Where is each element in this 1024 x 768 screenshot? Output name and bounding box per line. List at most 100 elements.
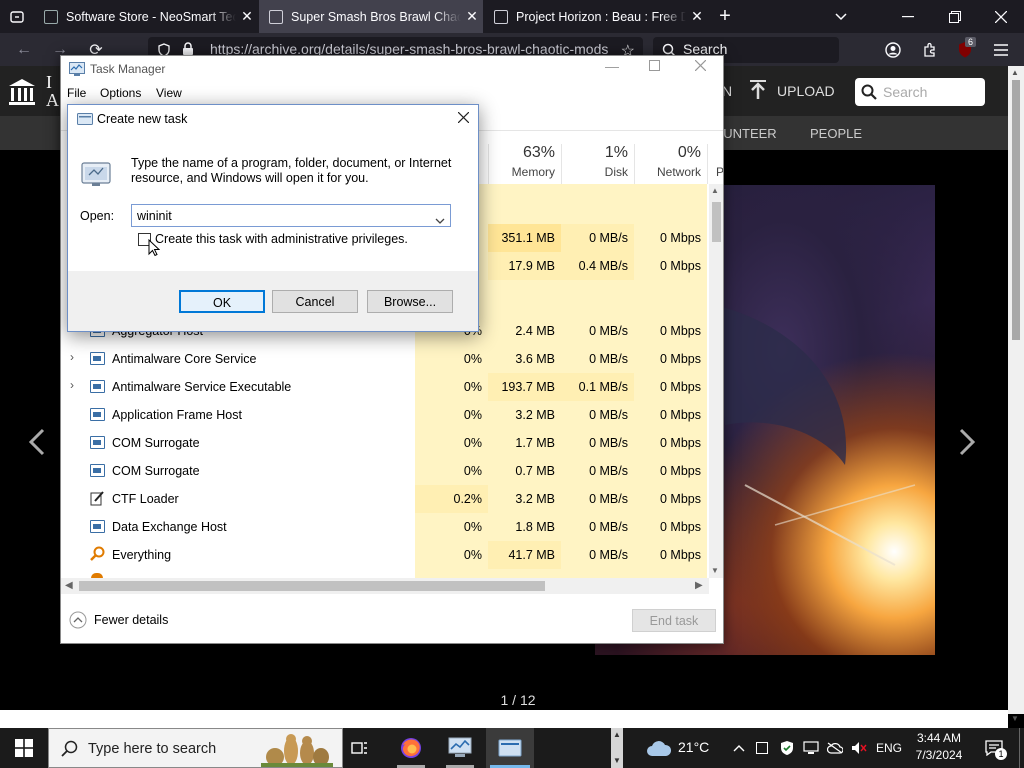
process-list-hscroll[interactable]: ◀ ▶ [61, 578, 709, 594]
process-row[interactable]: COM Surrogate 0% 0.7 MB 0 MB/s 0 Mbps [61, 457, 711, 485]
volunteer-link[interactable]: LUNTEER [716, 126, 777, 141]
new-tab-button[interactable]: + [712, 0, 738, 33]
browser-tab-bar: Software Store - NeoSmart Techno ✕ Super… [0, 0, 1024, 33]
cancel-button[interactable]: Cancel [272, 290, 358, 313]
column-header-disk[interactable]: 1% Disk [561, 144, 634, 184]
admin-privileges-label[interactable]: Create this task with administrative pri… [155, 232, 408, 246]
tab-software-store[interactable]: Software Store - NeoSmart Techno ✕ [34, 0, 258, 33]
memory-cell: 41.7 MB [488, 541, 561, 569]
archive-logo-icon[interactable] [8, 78, 36, 109]
windows-security-icon[interactable] [778, 728, 796, 768]
minimize-window-icon[interactable] [895, 0, 921, 33]
tm-close-icon[interactable] [694, 59, 707, 74]
process-row[interactable]: Everything 0% 41.7 MB 0 MB/s 0 Mbps [61, 541, 711, 569]
open-input[interactable]: wininit [137, 209, 172, 223]
task-view-icon[interactable] [343, 728, 377, 768]
expand-chevron-icon[interactable]: › [70, 350, 74, 364]
people-link[interactable]: PEOPLE [810, 126, 862, 141]
scroll-down-arrow-icon[interactable]: ▼ [1011, 714, 1019, 723]
weather-temperature[interactable]: 21°C [678, 739, 709, 755]
upload-link[interactable]: UPLOAD [777, 83, 835, 99]
task-manager-taskbar-icon[interactable] [440, 728, 480, 768]
cpu-cell: 0% [463, 380, 482, 394]
tab-overflow-chevron-icon[interactable] [828, 0, 854, 33]
account-icon[interactable] [880, 33, 906, 66]
scroll-down-arrow-icon[interactable]: ▼ [613, 756, 621, 765]
process-name: Antimalware Core Service [112, 352, 257, 366]
menu-file[interactable]: File [67, 86, 86, 100]
process-row[interactable]: Application Frame Host 0% 3.2 MB 0 MB/s 0 Mb… [61, 401, 711, 429]
network-cell: 0 Mbps [660, 231, 701, 245]
close-tab-icon[interactable]: ✕ [236, 8, 258, 25]
scroll-up-arrow-icon[interactable]: ▲ [711, 186, 719, 195]
disk-cell: 0 MB/s [589, 324, 628, 338]
tab-super-smash-bros[interactable]: Super Smash Bros Brawl Chaotic ✕ [259, 0, 483, 33]
hamburger-menu-icon[interactable] [988, 33, 1014, 66]
tray-app-icon[interactable] [754, 728, 770, 768]
close-window-icon[interactable] [988, 0, 1014, 33]
notifications-icon[interactable]: 1 [982, 728, 1007, 768]
search-highlight-meerkats-icon[interactable] [261, 731, 333, 768]
firefox-taskbar-icon[interactable] [391, 728, 431, 768]
chevron-down-icon[interactable] [435, 213, 445, 227]
restore-window-icon[interactable] [942, 0, 968, 33]
taskbar-clock[interactable]: 3:44 AM 7/3/2024 [908, 731, 970, 762]
onedrive-paused-icon[interactable] [826, 728, 844, 768]
task-manager-titlebar[interactable]: Task Manager — [61, 56, 723, 84]
back-arrow-icon[interactable]: ← [10, 33, 38, 66]
column-header-network[interactable]: 0% Network [634, 144, 707, 184]
process-list-vscroll[interactable]: ▲ ▼ [709, 184, 723, 578]
page-scrollbar[interactable]: ▲ ▼ [1008, 66, 1024, 723]
tab-project-horizon[interactable]: Project Horizon : Beau : Free Do ✕ [484, 0, 708, 33]
speaker-muted-icon[interactable] [850, 728, 868, 768]
close-tab-icon[interactable]: ✕ [461, 8, 483, 25]
scroll-up-arrow-icon[interactable]: ▲ [1011, 68, 1019, 77]
network-wired-icon[interactable] [802, 728, 820, 768]
extensions-puzzle-icon[interactable] [917, 33, 943, 66]
show-desktop-button[interactable] [1019, 728, 1024, 768]
expand-chevron-icon[interactable]: › [70, 378, 74, 392]
previous-image-arrow-icon[interactable] [28, 428, 46, 463]
column-header-power[interactable]: P [707, 144, 723, 184]
ublock-origin-icon[interactable]: 6 [952, 33, 978, 66]
scroll-up-arrow-icon[interactable]: ▲ [613, 730, 621, 739]
menu-view[interactable]: View [156, 86, 182, 100]
show-hidden-icons-chevron-icon[interactable] [730, 728, 748, 768]
vscroll-thumb[interactable] [712, 202, 721, 242]
ok-button[interactable]: OK [179, 290, 265, 313]
process-row[interactable]: CTF Loader 0.2% 3.2 MB 0 MB/s 0 Mbps [61, 485, 711, 513]
open-combobox[interactable]: wininit [131, 204, 451, 227]
cpu-cell: 0% [463, 436, 482, 450]
archive-search-input[interactable]: Search [855, 78, 985, 106]
browse-button[interactable]: Browse... [367, 290, 453, 313]
taskbar-scroll[interactable]: ▲ ▼ [611, 728, 623, 768]
column-header-memory[interactable]: 63% Memory [488, 144, 561, 184]
process-row[interactable]: Data Exchange Host 0% 1.8 MB 0 MB/s 0 Mbps [61, 513, 711, 541]
run-dialog-taskbar-icon[interactable] [486, 728, 534, 768]
end-task-button[interactable]: End task [632, 609, 716, 632]
fewer-details-link[interactable]: Fewer details [94, 613, 168, 627]
windows-start-icon[interactable] [0, 728, 48, 768]
next-image-arrow-icon[interactable] [958, 428, 976, 459]
list-all-tabs-icon[interactable] [4, 0, 30, 33]
taskbar-search-box[interactable]: Type here to search [48, 728, 343, 768]
tm-maximize-icon[interactable] [649, 60, 660, 74]
process-row[interactable]: COM Surrogate 0% 1.7 MB 0 MB/s 0 Mbps [61, 429, 711, 457]
menu-options[interactable]: Options [100, 86, 141, 100]
input-language[interactable]: ENG [876, 741, 902, 755]
process-row[interactable]: › Antimalware Service Executable 0% 193.7 M… [61, 373, 711, 401]
process-name: CTF Loader [112, 492, 179, 506]
scroll-down-arrow-icon[interactable]: ▼ [711, 566, 719, 575]
dialog-close-icon[interactable] [457, 111, 470, 126]
close-tab-icon[interactable]: ✕ [686, 8, 708, 25]
tm-minimize-icon[interactable]: — [605, 58, 619, 74]
memory-cell: 0.7 MB [515, 464, 555, 478]
scroll-left-arrow-icon[interactable]: ◀ [65, 580, 73, 591]
fewer-details-chevron-icon[interactable] [69, 611, 87, 632]
process-row[interactable]: › Antimalware Core Service 0% 3.6 MB 0 MB/s 0… [61, 345, 711, 373]
scroll-right-arrow-icon[interactable]: ▶ [695, 580, 703, 591]
page-scrollbar-thumb[interactable] [1012, 80, 1020, 340]
hscroll-thumb[interactable] [79, 581, 545, 591]
weather-cloud-icon[interactable] [644, 728, 674, 768]
upload-icon[interactable] [750, 80, 766, 103]
